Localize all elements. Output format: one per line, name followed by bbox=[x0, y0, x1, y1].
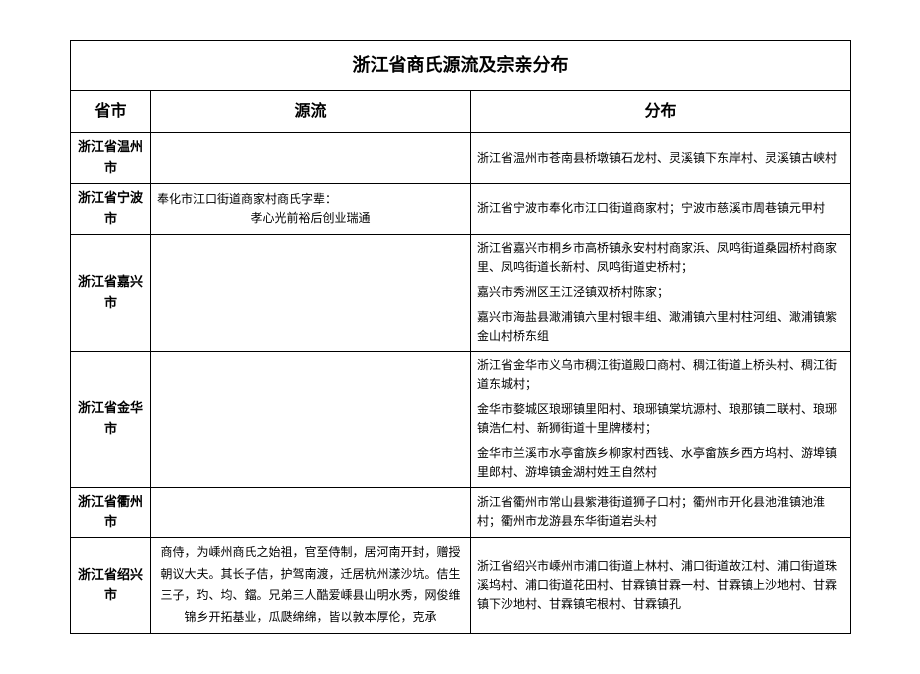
province-cell: 浙江省嘉兴市 bbox=[71, 234, 151, 351]
distribution-cell: 浙江省温州市苍南县桥墩镇石龙村、灵溪镇下东岸村、灵溪镇古峡村 bbox=[471, 133, 851, 184]
header-origin: 源流 bbox=[151, 90, 471, 133]
title-row: 浙江省商氏源流及宗亲分布 bbox=[71, 41, 851, 91]
origin-cell bbox=[151, 133, 471, 184]
province-cell: 浙江省金华市 bbox=[71, 351, 151, 487]
header-province: 省市 bbox=[71, 90, 151, 133]
origin-cell: 商侍，为嵊州商氏之始祖，官至侍制，居河南开封，赠授朝议大夫。其长子佶，护驾南渡，… bbox=[151, 538, 471, 633]
table-row: 浙江省绍兴市 商侍，为嵊州商氏之始祖，官至侍制，居河南开封，赠授朝议大夫。其长子… bbox=[71, 538, 851, 633]
dist-para: 嘉兴市海盐县澉浦镇六里村银丰组、澉浦镇六里村柱河组、澉浦镇紫金山村桥东组 bbox=[477, 308, 844, 346]
province-cell: 浙江省温州市 bbox=[71, 133, 151, 184]
province-cell: 浙江省绍兴市 bbox=[71, 538, 151, 633]
header-row: 省市 源流 分布 bbox=[71, 90, 851, 133]
dist-para: 金华市婺城区琅琊镇里阳村、琅琊镇棠坑源村、琅那镇二联村、琅琊镇浩仁村、新狮街道十… bbox=[477, 400, 844, 438]
origin-line: 奉化市江口街道商家村商氏字辈： bbox=[157, 190, 464, 209]
table-title: 浙江省商氏源流及宗亲分布 bbox=[71, 41, 851, 91]
province-cell: 浙江省宁波市 bbox=[71, 183, 151, 234]
table-row: 浙江省嘉兴市 浙江省嘉兴市桐乡市高桥镇永安村村商家浜、凤鸣街道桑园桥村商家里、凤… bbox=[71, 234, 851, 351]
distribution-cell: 浙江省衢州市常山县紫港街道狮子口村；衢州市开化县池淮镇池淮村；衢州市龙游县东华街… bbox=[471, 487, 851, 538]
origin-cell bbox=[151, 351, 471, 487]
dist-para: 金华市兰溪市水亭畲族乡柳家村西钱、水亭畲族乡西方坞村、游埠镇里郎村、游埠镇金湖村… bbox=[477, 444, 844, 482]
origin-cell bbox=[151, 487, 471, 538]
distribution-cell: 浙江省嘉兴市桐乡市高桥镇永安村村商家浜、凤鸣街道桑园桥村商家里、凤鸣街道长新村、… bbox=[471, 234, 851, 351]
dist-para: 浙江省金华市义乌市稠江街道殿口商村、稠江街道上桥头村、稠江街道东城村； bbox=[477, 356, 844, 394]
table-row: 浙江省金华市 浙江省金华市义乌市稠江街道殿口商村、稠江街道上桥头村、稠江街道东城… bbox=[71, 351, 851, 487]
header-distribution: 分布 bbox=[471, 90, 851, 133]
origin-cell bbox=[151, 234, 471, 351]
distribution-cell: 浙江省金华市义乌市稠江街道殿口商村、稠江街道上桥头村、稠江街道东城村； 金华市婺… bbox=[471, 351, 851, 487]
dist-para: 浙江省嘉兴市桐乡市高桥镇永安村村商家浜、凤鸣街道桑园桥村商家里、凤鸣街道长新村、… bbox=[477, 239, 844, 277]
distribution-cell: 浙江省宁波市奉化市江口街道商家村；宁波市慈溪市周巷镇元甲村 bbox=[471, 183, 851, 234]
distribution-cell: 浙江省绍兴市嵊州市浦口街道上林村、浦口街道故江村、浦口街道珠溪坞村、浦口街道花田… bbox=[471, 538, 851, 633]
dist-para: 嘉兴市秀洲区王江泾镇双桥村陈家； bbox=[477, 283, 844, 302]
origin-cell: 奉化市江口街道商家村商氏字辈： 孝心光前裕后创业瑞通 bbox=[151, 183, 471, 234]
table-row: 浙江省温州市 浙江省温州市苍南县桥墩镇石龙村、灵溪镇下东岸村、灵溪镇古峡村 bbox=[71, 133, 851, 184]
table-row: 浙江省衢州市 浙江省衢州市常山县紫港街道狮子口村；衢州市开化县池淮镇池淮村；衢州… bbox=[71, 487, 851, 538]
genealogy-table: 浙江省商氏源流及宗亲分布 省市 源流 分布 浙江省温州市 浙江省温州市苍南县桥墩… bbox=[70, 40, 851, 634]
table-row: 浙江省宁波市 奉化市江口街道商家村商氏字辈： 孝心光前裕后创业瑞通 浙江省宁波市… bbox=[71, 183, 851, 234]
province-cell: 浙江省衢州市 bbox=[71, 487, 151, 538]
origin-line: 孝心光前裕后创业瑞通 bbox=[157, 209, 464, 228]
